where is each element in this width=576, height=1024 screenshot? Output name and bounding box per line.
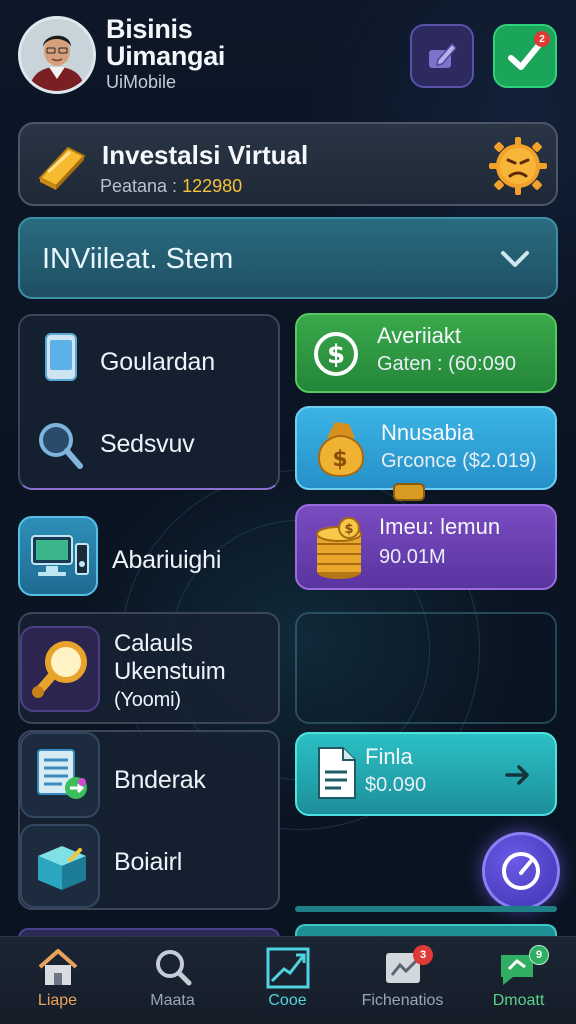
money-bag-icon: $ [317,422,365,478]
svg-text:$: $ [332,447,347,472]
nav-label-home: Liape [37,992,78,1009]
bottom-nav: Liape Maata Cooe 3 Fichenatios 9 Dmoatt [0,936,576,1024]
investment-title: Investalsi Virtual [102,140,309,170]
edit-icon [429,42,458,68]
app-title: Bisinis Uimangai [106,14,226,71]
system-select-value: INViileat. Stem [42,243,234,275]
svg-text:$: $ [327,340,345,370]
final-subtitle: $0.090 [365,774,427,796]
final-title: Finla [365,744,413,769]
box-tile[interactable] [20,824,100,908]
final-card[interactable]: Finla $0.090 [295,732,557,816]
nav-item-chart[interactable]: Cooe [230,937,345,1024]
average-title: Averiiakt [377,323,461,348]
check-button[interactable]: 2 [493,24,557,88]
edit-button[interactable] [410,24,474,88]
average-card[interactable]: $ Averiiakt Gaten : (60:090 [295,313,557,393]
chart-icon [266,947,309,989]
income-title: Imeu: lemun [379,514,501,539]
menu-panel: Goulardan Sedsvuv [18,314,280,490]
face-icon [489,137,547,195]
list-item-label[interactable]: Goulardan [100,348,215,377]
computer-tile[interactable] [18,516,98,596]
chat-badge: 9 [529,945,549,965]
document-icon [318,747,356,799]
tablet-icon [45,333,77,381]
avatar[interactable] [18,16,96,94]
chevron-down-icon [501,251,529,267]
calculator-tile [20,626,100,712]
notification-badge: 3 [413,945,433,965]
nav-label-search: Maata [150,992,195,1009]
ledger-icon [37,749,87,799]
magnifier-gold-icon [32,641,87,698]
tools-panel: Bnderak Boiairl [18,730,280,910]
gold-bar-icon [38,146,86,190]
nav-item-search[interactable]: Maata [115,937,230,1024]
empty-card [295,612,557,724]
list-item-label[interactable]: Boiairl [114,848,182,877]
divider [295,906,557,912]
computer-icon [31,535,89,576]
speed-fab-button[interactable] [482,832,560,910]
coin-stack-small-icon [393,483,425,501]
system-select[interactable]: INViileat. Stem [18,217,558,299]
income-card[interactable]: $ Imeu: lemun 90.01M [295,504,557,590]
investment-card[interactable]: Investalsi Virtual Peatana : 122980 [18,122,558,206]
box-icon [38,846,86,890]
dollar-icon: $ [314,332,358,376]
home-icon [38,949,77,985]
calculator-label: Calauls Ukenstuim (Yoomi) [114,630,226,711]
nav-item-home[interactable]: Liape [0,937,115,1024]
investment-subtitle: Peatana : 122980 [100,176,243,196]
app-subtitle: UiMobile [106,72,177,92]
magnifier-icon [39,423,83,469]
gauge-icon [502,852,540,890]
ledger-tile[interactable] [20,732,100,818]
nav-item-chat[interactable]: 9 Dmoatt [461,937,576,1024]
balance-title: Nnusabia [381,420,474,445]
check-badge: 2 [534,31,550,47]
arrow-right-icon[interactable] [503,762,533,788]
average-subtitle: Gaten : (60:090 [377,353,516,375]
investment-value: 122980 [182,176,243,196]
nav-label-notifications: Fichenatios [361,992,444,1009]
nav-label-chat: Dmoatt [492,992,545,1009]
svg-text:$: $ [344,522,353,537]
coins-icon: $ [316,517,362,579]
list-item-label[interactable]: Sedsvuv [100,430,195,459]
nav-label-chart: Cooe [268,992,307,1009]
list-item-label[interactable]: Bnderak [114,766,206,795]
income-value: 90.01M [379,546,446,568]
nav-item-notifications[interactable]: 3 Fichenatios [345,937,460,1024]
list-item-label[interactable]: Abariuighi [112,546,221,575]
calculator-panel[interactable]: Calauls Ukenstuim (Yoomi) [18,612,280,724]
balance-subtitle: Grconce ($2.019) [381,450,537,472]
search-icon [155,950,191,986]
